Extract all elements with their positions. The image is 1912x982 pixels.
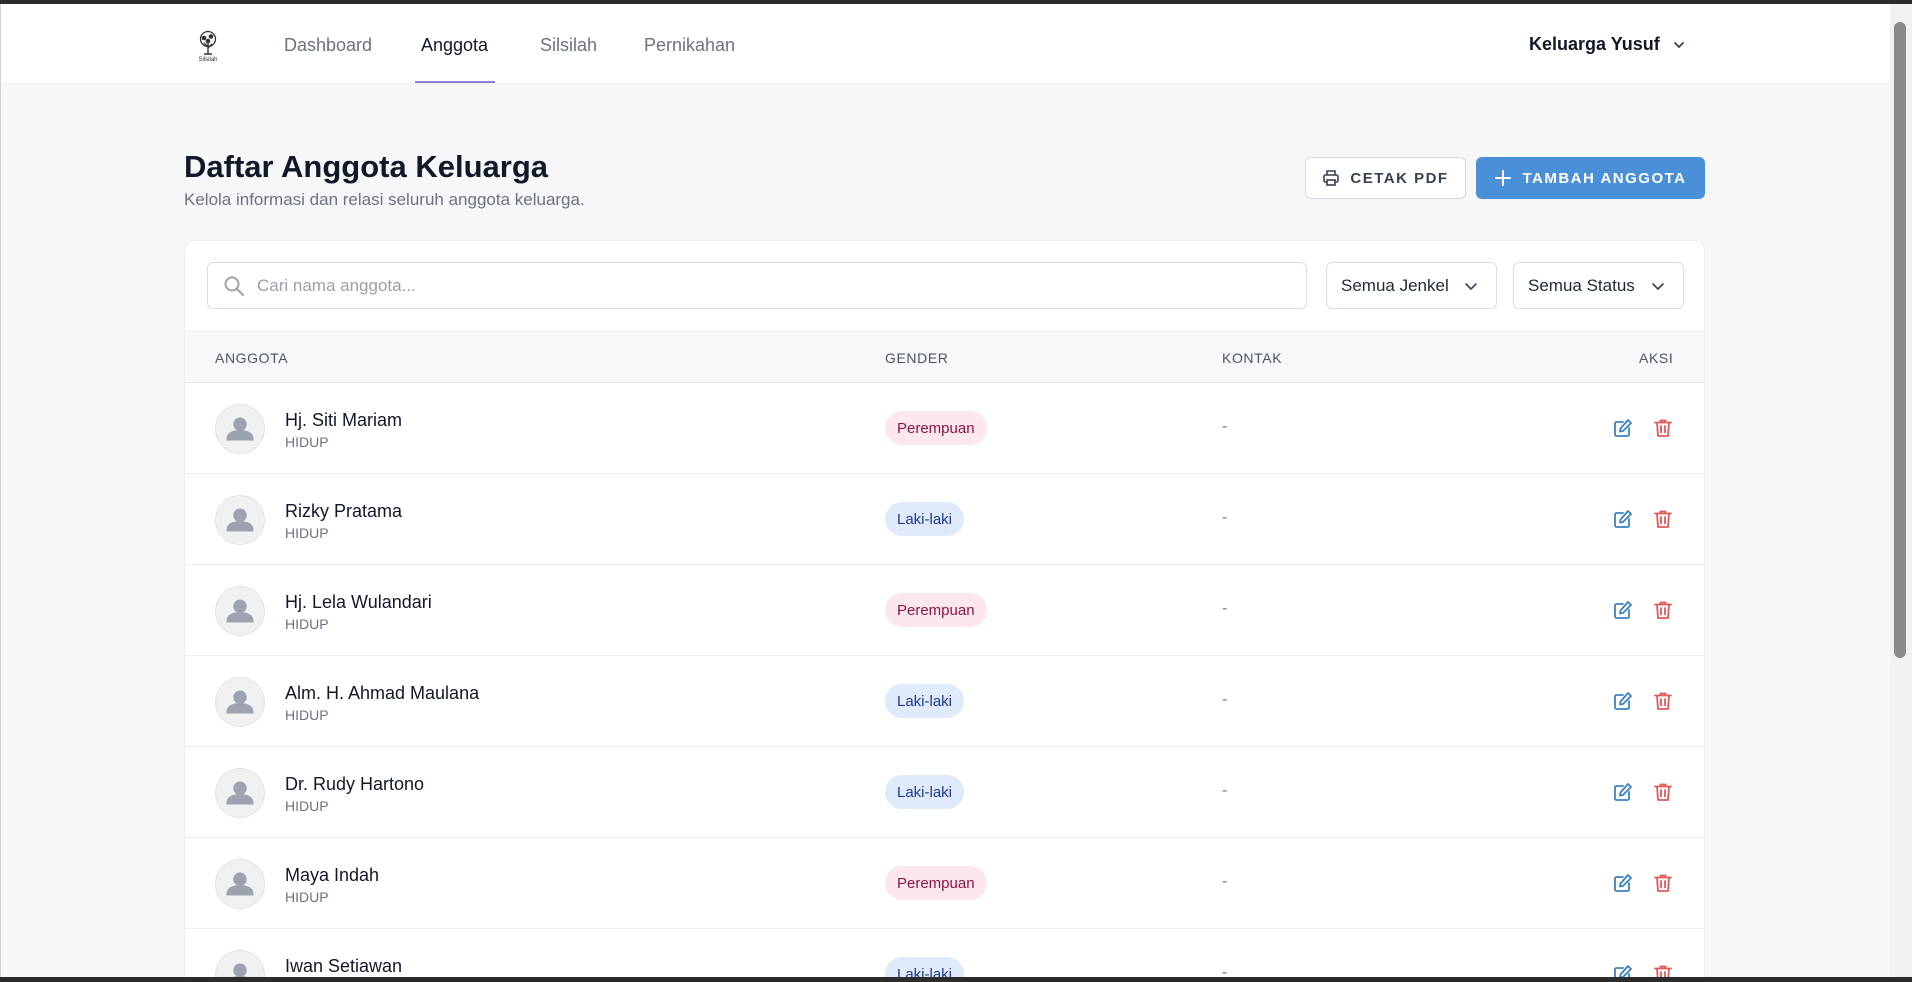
trash-icon[interactable] bbox=[1651, 598, 1675, 622]
user-avatar-icon bbox=[226, 599, 254, 623]
user-avatar-icon bbox=[233, 963, 247, 977]
avatar bbox=[215, 495, 265, 545]
member-contact: - bbox=[1222, 964, 1228, 977]
browser-viewport: Silsilah Dashboard Anggota Silsilah Pern… bbox=[0, 4, 1890, 977]
logo-text: Silsilah bbox=[198, 57, 218, 63]
member-contact: - bbox=[1222, 509, 1228, 526]
top-navbar: Silsilah Dashboard Anggota Silsilah Pern… bbox=[1, 4, 1890, 84]
status-filter-value: Semua Status bbox=[1528, 275, 1635, 295]
table-row: Hj. Lela Wulandari HIDUP Perempuan - bbox=[185, 565, 1704, 656]
add-member-label: TAMBAH ANGGOTA bbox=[1522, 169, 1687, 187]
family-name: Keluarga Yusuf bbox=[1529, 34, 1660, 54]
gender-badge: Perempuan bbox=[885, 866, 987, 900]
trash-icon[interactable] bbox=[1651, 689, 1675, 713]
nav-pernikahan[interactable]: Pernikahan bbox=[644, 35, 735, 56]
avatar bbox=[215, 404, 265, 454]
trash-icon[interactable] bbox=[1651, 780, 1675, 804]
table-row: Iwan SetiawanHIDUPLaki-laki- bbox=[185, 929, 1704, 977]
table-row: Dr. Rudy Hartono HIDUP Laki-laki - bbox=[185, 747, 1704, 838]
member-name[interactable]: Hj. Siti Mariam bbox=[285, 410, 402, 431]
family-switcher[interactable]: Keluarga Yusuf bbox=[1529, 34, 1686, 55]
member-contact: - bbox=[1222, 600, 1228, 617]
avatar bbox=[215, 768, 265, 818]
edit-icon[interactable] bbox=[1611, 598, 1635, 622]
add-member-button[interactable]: TAMBAH ANGGOTA bbox=[1476, 157, 1705, 199]
trash-icon[interactable] bbox=[1651, 416, 1675, 440]
member-status: HIDUP bbox=[285, 707, 329, 723]
tree-icon bbox=[199, 30, 217, 55]
table-row: Alm. H. Ahmad Maulana HIDUP Laki-laki - bbox=[185, 656, 1704, 747]
active-nav-indicator bbox=[415, 81, 495, 83]
printer-icon bbox=[1323, 170, 1340, 186]
gender-filter-value: Semua Jenkel bbox=[1341, 275, 1449, 295]
user-avatar-icon bbox=[226, 781, 254, 805]
status-filter-select[interactable]: Semua Status bbox=[1513, 262, 1684, 309]
member-name[interactable]: Iwan Setiawan bbox=[285, 956, 402, 977]
trash-icon[interactable] bbox=[1651, 962, 1675, 977]
edit-icon[interactable] bbox=[1611, 416, 1635, 440]
chevron-down-icon bbox=[1673, 41, 1684, 48]
member-name[interactable]: Rizky Pratama bbox=[285, 501, 402, 522]
avatar bbox=[215, 859, 265, 909]
avatar bbox=[215, 677, 265, 727]
gender-filter-select[interactable]: Semua Jenkel bbox=[1326, 262, 1497, 309]
member-name[interactable]: Dr. Rudy Hartono bbox=[285, 774, 424, 795]
column-header-actions: AKSI bbox=[1639, 350, 1674, 366]
user-avatar-icon bbox=[226, 690, 254, 714]
column-header-contact: KONTAK bbox=[1222, 350, 1283, 366]
table-header: ANGGOTA GENDER KONTAK AKSI bbox=[185, 331, 1704, 383]
avatar bbox=[215, 950, 265, 977]
gender-badge: Laki-laki bbox=[885, 775, 965, 809]
trash-icon[interactable] bbox=[1651, 871, 1675, 895]
nav-dashboard[interactable]: Dashboard bbox=[284, 35, 372, 56]
user-avatar-icon bbox=[226, 508, 254, 532]
edit-icon[interactable] bbox=[1611, 780, 1635, 804]
gender-badge: Perempuan bbox=[885, 411, 987, 445]
app-logo[interactable]: Silsilah bbox=[194, 30, 222, 64]
member-contact: - bbox=[1222, 782, 1228, 799]
print-pdf-button[interactable]: CETAK PDF bbox=[1305, 157, 1466, 199]
nav-silsilah[interactable]: Silsilah bbox=[540, 35, 597, 56]
gender-badge: Laki-laki bbox=[885, 684, 965, 718]
member-status: HIDUP bbox=[285, 525, 329, 541]
table-row: Hj. Siti Mariam HIDUP Perempuan - bbox=[185, 383, 1704, 474]
nav-anggota[interactable]: Anggota bbox=[421, 35, 488, 56]
gender-badge: Laki-laki bbox=[885, 957, 965, 977]
member-status: HIDUP bbox=[285, 434, 329, 450]
edit-icon[interactable] bbox=[1611, 689, 1635, 713]
edit-icon[interactable] bbox=[1611, 962, 1635, 977]
table-row: Maya Indah HIDUP Perempuan - bbox=[185, 838, 1704, 929]
user-avatar-icon bbox=[226, 417, 254, 441]
member-name[interactable]: Alm. H. Ahmad Maulana bbox=[285, 683, 479, 704]
edit-icon[interactable] bbox=[1611, 507, 1635, 531]
column-header-member: ANGGOTA bbox=[215, 350, 289, 366]
member-status: HIDUP bbox=[285, 798, 329, 814]
search-icon bbox=[224, 276, 244, 296]
member-status: HIDUP bbox=[285, 889, 329, 905]
avatar bbox=[215, 586, 265, 636]
page-title: Daftar Anggota Keluarga bbox=[184, 149, 549, 184]
member-name[interactable]: Hj. Lela Wulandari bbox=[285, 592, 432, 613]
chevron-down-icon bbox=[1465, 282, 1477, 290]
scrollbar-thumb[interactable] bbox=[1894, 22, 1906, 658]
member-contact: - bbox=[1222, 873, 1228, 890]
search-input[interactable] bbox=[257, 275, 1257, 296]
member-contact: - bbox=[1222, 691, 1228, 708]
member-name[interactable]: Maya Indah bbox=[285, 865, 379, 886]
chevron-down-icon bbox=[1652, 282, 1664, 290]
edit-icon[interactable] bbox=[1611, 871, 1635, 895]
gender-badge: Laki-laki bbox=[885, 502, 965, 536]
plus-icon bbox=[1495, 170, 1512, 186]
print-pdf-label: CETAK PDF bbox=[1350, 169, 1449, 187]
gender-badge: Perempuan bbox=[885, 593, 987, 627]
search-box[interactable] bbox=[207, 262, 1307, 309]
members-card: Semua Jenkel Semua Status ANGGOTA GENDER… bbox=[184, 240, 1705, 977]
page-subtitle: Kelola informasi dan relasi seluruh angg… bbox=[184, 190, 585, 209]
user-avatar-icon bbox=[226, 872, 254, 896]
trash-icon[interactable] bbox=[1651, 507, 1675, 531]
table-row: Rizky Pratama HIDUP Laki-laki - bbox=[185, 474, 1704, 565]
member-status: HIDUP bbox=[285, 616, 329, 632]
column-header-gender: GENDER bbox=[885, 350, 949, 366]
member-contact: - bbox=[1222, 418, 1228, 435]
